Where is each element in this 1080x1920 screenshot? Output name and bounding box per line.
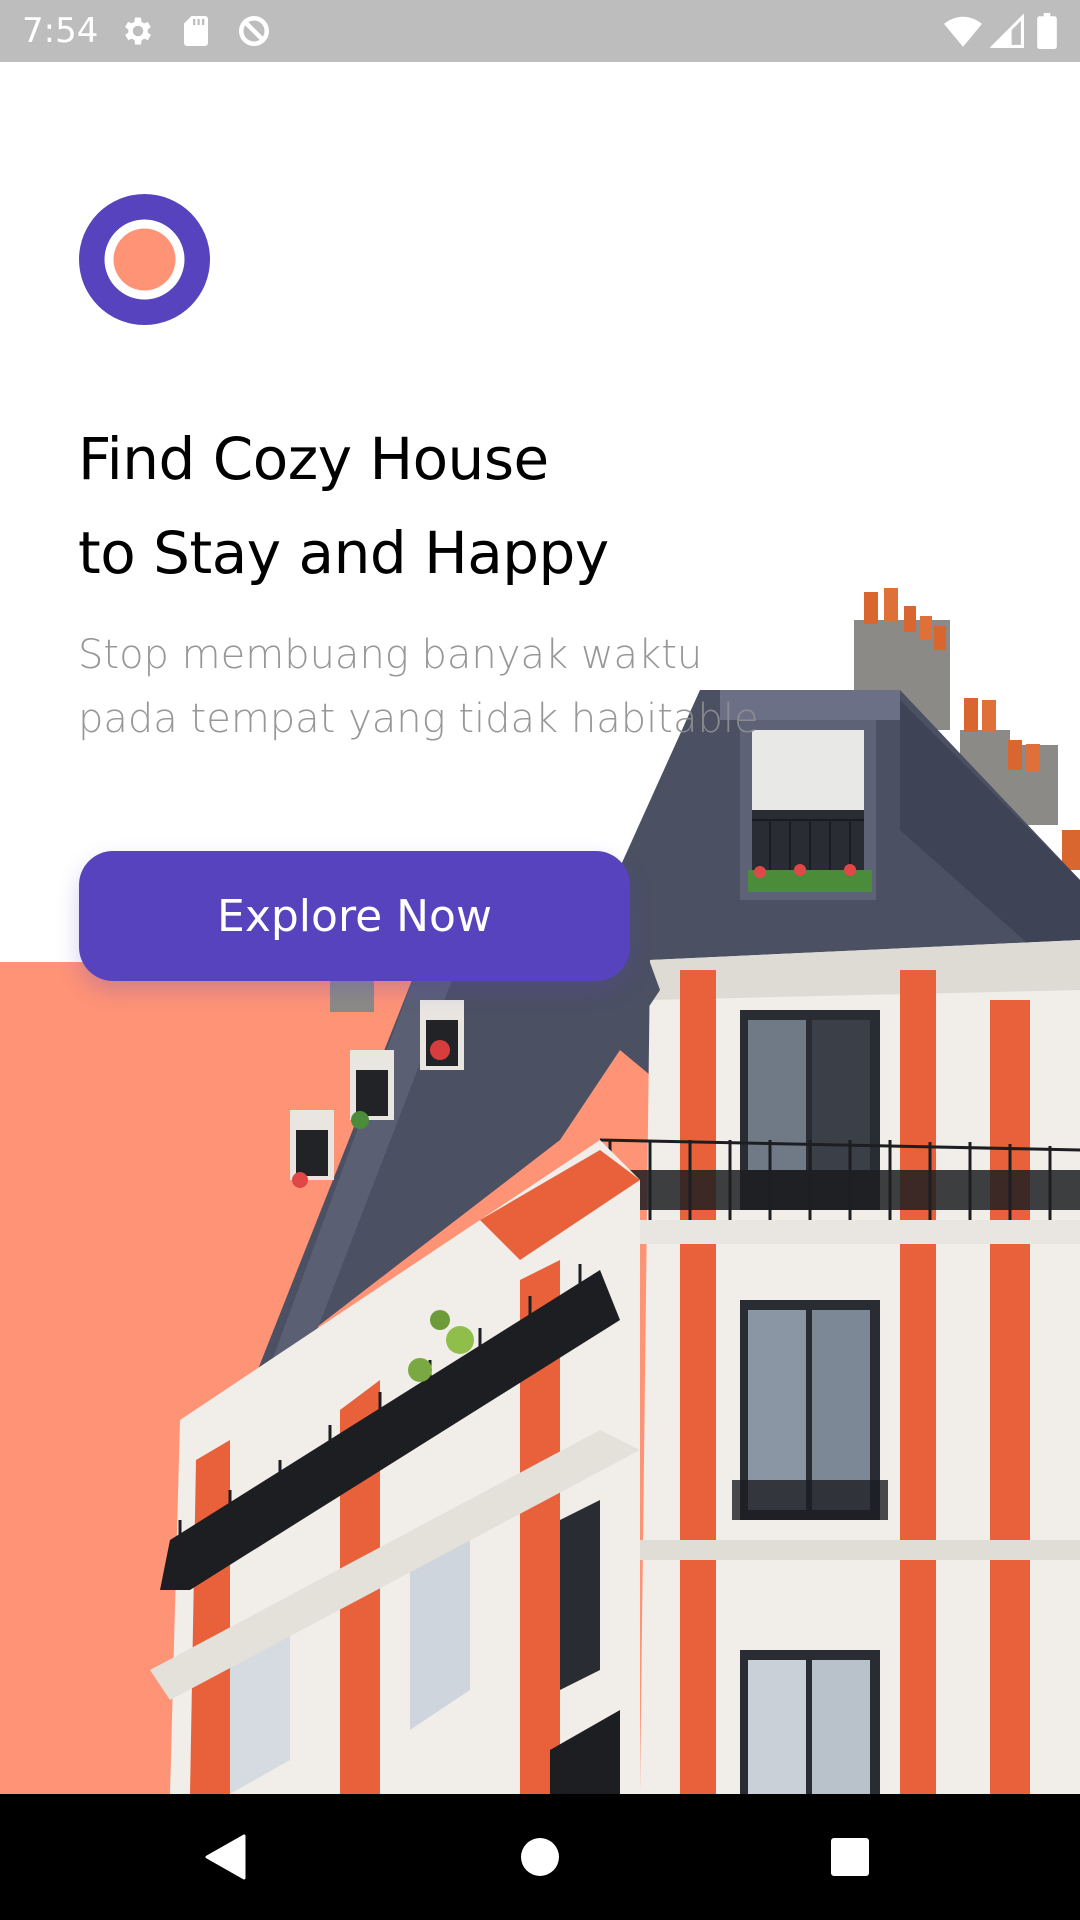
page-title: Find Cozy House to Stay and Happy	[78, 412, 838, 600]
navigation-bar	[0, 1794, 1080, 1920]
title-line-2: to Stay and Happy	[78, 519, 609, 587]
onboarding-screen: 7:54 Find Cozy House to Stay and Happy S…	[0, 0, 1080, 1920]
explore-now-button[interactable]: Explore Now	[79, 851, 630, 981]
sd-card-icon	[178, 13, 214, 49]
cellular-signal-icon	[989, 13, 1026, 49]
status-bar: 7:54	[0, 0, 1080, 62]
title-line-1: Find Cozy House	[78, 425, 549, 493]
wifi-icon	[944, 13, 982, 49]
recents-square-icon[interactable]	[817, 1824, 883, 1890]
subtitle: Stop membuang banyak waktu pada tempat y…	[78, 623, 878, 751]
subtitle-line-2: pada tempat yang tidak habitable	[78, 696, 759, 742]
ring-logo-icon	[79, 194, 210, 325]
data-saver-icon	[236, 13, 272, 49]
back-triangle-icon[interactable]	[193, 1824, 259, 1890]
subtitle-line-1: Stop membuang banyak waktu	[78, 632, 703, 678]
status-time: 7:54	[22, 11, 99, 51]
settings-icon	[120, 13, 156, 49]
apartment-building-image	[150, 588, 1080, 1794]
battery-icon	[1036, 13, 1060, 49]
home-circle-icon[interactable]	[507, 1824, 573, 1890]
